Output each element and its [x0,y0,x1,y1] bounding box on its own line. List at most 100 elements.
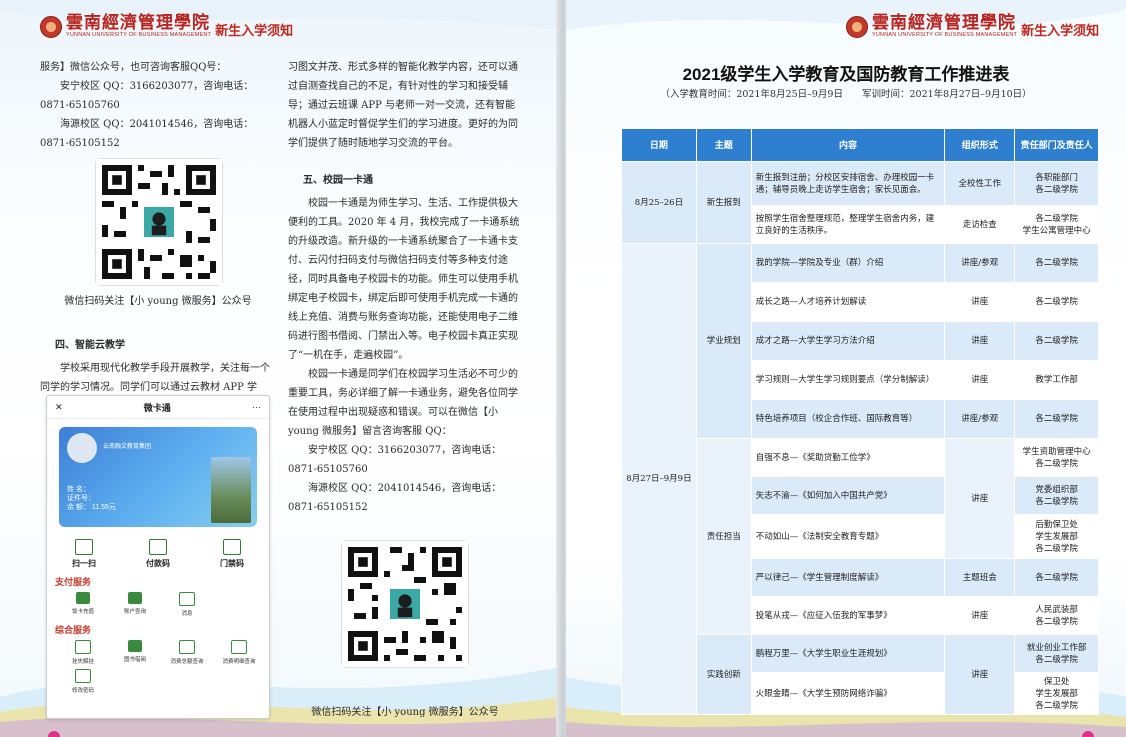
dept-cell: 各二级学院 [1014,282,1099,322]
header-tag: 新生入学须知 [215,23,294,38]
page-title: 2021级学生入学教育及国防教育工作推进表 [682,65,1010,84]
form-cell: 讲座 [944,360,1016,400]
paragraph: 海源校区 QQ：2041014546，咨询电话：0871-65105152 [40,119,254,149]
card-id: 证件号： [67,495,95,502]
dept-cell: 各二级学院 [1014,321,1099,361]
password-icon [75,669,91,683]
recharge-icon [76,592,90,604]
lock-icon [75,640,91,654]
left-column-1-lower: 四、智能云教学 学校采用现代化教学手段开展教学，关注每一个同学的学习情况。同学们… [40,328,276,397]
phone-screenshot: ✕ 微卡通 ··· 云南融文教育集团 姓 名： 证件号： 余 额： 11.55元… [46,395,270,719]
header-tag: 新生入学须知 [1021,23,1100,38]
dept-cell: 人民武装部 各二级学院 [1014,596,1099,635]
theme-cell: 新生报到 [695,161,752,244]
content-cell: 火眼金睛—《大学生预防网络诈骗》 [750,672,946,715]
book-icon [128,640,142,652]
close-icon: ✕ [55,401,63,412]
message-icon [179,592,195,606]
theme-cell: 学业规划 [695,243,752,439]
content-cell: 成长之路—人才培养计划解读 [750,282,946,322]
service-label: 挂失解挂 [71,659,94,665]
account-icon [128,592,142,604]
dept-cell: 各二级学院 学生公寓管理中心 [1014,205,1099,244]
content-cell: 鹏程万里—《大学生职业生涯规划》 [750,634,946,673]
general-services-2: 修改密码 [47,669,269,694]
service-item: 账户查询 [109,592,161,617]
scan-action: 扫一扫 [72,539,96,569]
form-cell: 全校性工作 [944,161,1016,206]
quick-label: 付款码 [146,559,170,568]
content-cell: 我的学院—学院及专业（群）介绍 [750,243,946,283]
service-label: 消费明细查询 [222,659,256,665]
card-info: 姓 名： 证件号： 余 额： 11.55元 [67,485,116,512]
dept-cell: 各二级学院 [1014,558,1099,597]
date-cell: 8月25–26日 [621,161,697,244]
paragraph: 海源校区 QQ：2041014546，咨询电话：0871-65105152 [288,483,502,513]
page-dot-decor [48,731,60,737]
quick-label: 门禁码 [220,559,244,568]
column-header: 主题 [695,128,752,162]
left-page: 雲南經濟管理學院 YUNNAN UNIVERSITY OF BUSINESS M… [0,0,560,737]
form-cell: 讲座 [944,438,1016,559]
card-photo [211,457,251,523]
form-cell: 讲座 [944,321,1016,361]
content-cell: 自强不息—《奖助贷勤工俭学》 [750,438,946,477]
pay-services: 饭卡充值 账户查询 消息 [47,592,269,617]
dept-cell: 党委组织部 各二级学院 [1014,476,1099,515]
phone-title: 微卡通 [143,402,171,413]
paragraph: 校园一卡通是为师生学习、生活、工作提供极大便利的工具。2020 年 4 月，我校… [288,198,520,361]
service-item: 消息 [161,592,213,617]
service-item: 消费明细查询 [213,640,265,665]
card-balance: 余 额： 11.55元 [67,504,116,511]
campus-card: 云南融文教育集团 姓 名： 证件号： 余 额： 11.55元 [59,427,257,527]
university-name: 雲南經濟管理學院 [66,13,210,33]
dept-cell: 保卫处 学生发展部 各二级学院 [1014,672,1099,715]
right-page: 雲南經濟管理學院 YUNNAN UNIVERSITY OF BUSINESS M… [566,0,1126,737]
page-subtitle: （入学教育时间：2021年8月25日–9月9日 军训时间：2021年8月27日–… [660,89,1032,100]
avatar [67,433,97,463]
form-cell: 讲座/参观 [944,243,1016,283]
dept-cell: 各职能部门 各二级学院 [1014,161,1099,206]
date-cell: 8月27日–9月9日 [621,243,697,715]
university-seal-icon [40,15,62,38]
chat-icon [179,640,195,654]
paragraph: 安宁校区 QQ：3166203077，咨询电话：0871-65105760 [288,445,502,475]
service-item: 饭卡充值 [57,592,109,617]
service-label: 账户查询 [123,609,146,615]
service-item: 修改密码 [57,669,109,694]
form-cell: 讲座 [944,282,1016,322]
university-name-en: YUNNAN UNIVERSITY OF BUSINESS MANAGEMENT [66,32,212,38]
header-logo: 雲南經濟管理學院 YUNNAN UNIVERSITY OF BUSINESS M… [40,14,293,39]
university-name: 雲南經濟管理學院 [872,13,1016,33]
content-cell: 特色培养项目（校企合作班、国际教育等） [750,399,946,439]
content-cell: 按照学生宿舍整理规范，整理学生宿舍内务，建立良好的生活秩序。 [750,205,946,244]
header-logo: 雲南經濟管理學院 YUNNAN UNIVERSITY OF BUSINESS M… [846,14,1099,39]
form-cell: 讲座/参观 [944,399,1016,439]
paycode-icon [149,539,167,555]
table-row: 8月27日–9月9日 学业规划 我的学院—学院及专业（群）介绍 讲座/参观 各二… [621,243,1099,715]
theme-cell: 实践创新 [695,634,752,715]
content-cell: 不动如山—《法制安全教育专题》 [750,514,946,559]
section-heading: 五、校园一卡通 [303,175,373,186]
general-services: 挂失解挂 图书借阅 消费总额查询 消费明细查询 [47,640,269,665]
form-cell: 讲座 [944,634,1016,715]
content-cell: 成才之路—大学生学习方法介绍 [750,321,946,361]
dept-cell: 学生资助管理中心 各二级学院 [1014,438,1099,477]
card-name: 姓 名： [67,486,90,493]
scan-icon [75,539,93,555]
qr-caption-2: 微信扫码关注【小 young 微服务】公众号 [311,707,499,718]
card-org: 云南融文教育集团 [103,444,152,450]
general-section-title: 综合服务 [55,625,92,635]
pay-section-title: 支付服务 [55,577,92,587]
university-seal-icon [846,15,868,38]
chat-icon [231,640,247,654]
column-header: 日期 [621,128,697,162]
university-name-en: YUNNAN UNIVERSITY OF BUSINESS MANAGEMENT [872,32,1018,38]
service-label: 饭卡充值 [71,609,94,615]
left-column-2: 习图文并茂、形式多样的智能化教学内容，还可以通过自测查找自己的不足，有针对性的学… [288,58,522,517]
service-label: 修改密码 [71,688,94,694]
phone-titlebar: ✕ 微卡通 ··· [47,396,269,419]
more-icon: ··· [252,402,261,412]
form-cell: 主题班会 [944,558,1016,597]
page-dot-decor [1082,731,1094,737]
